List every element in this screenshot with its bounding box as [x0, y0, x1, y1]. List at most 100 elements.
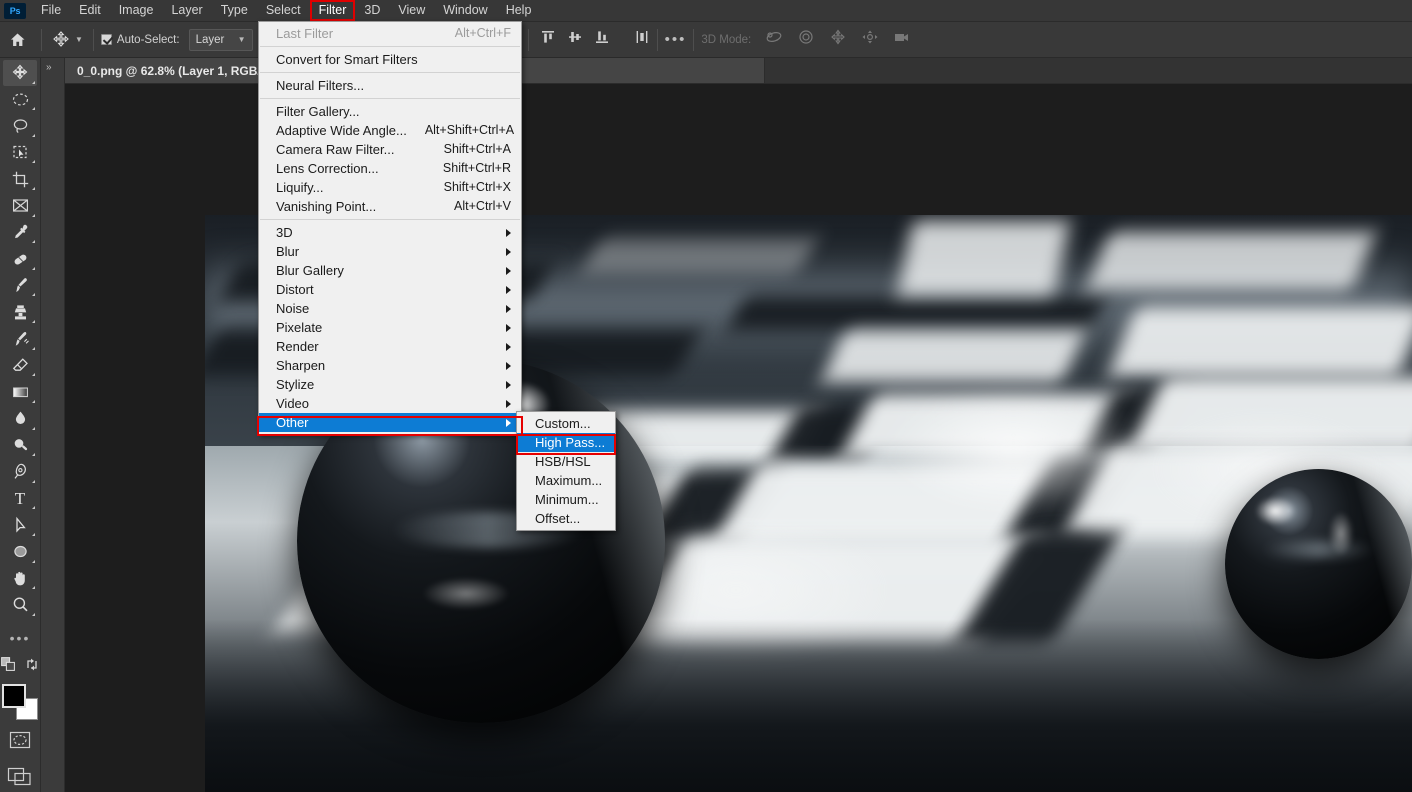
lasso-tool-icon: [13, 118, 27, 133]
color-swatch-group[interactable]: [2, 684, 38, 721]
menu-item-render[interactable]: Render: [259, 337, 521, 356]
sidebar-item-zoom-tool[interactable]: [3, 592, 37, 618]
auto-select-group[interactable]: Auto-Select:: [100, 34, 180, 46]
sidebar-item-clone-stamp-tool[interactable]: [3, 299, 37, 325]
roll-3d-icon[interactable]: [797, 29, 815, 50]
sidebar-item-blur-tool[interactable]: [3, 406, 37, 432]
sidebar-item-history-brush-tool[interactable]: [3, 326, 37, 352]
home-icon[interactable]: [0, 23, 34, 57]
more-options-button[interactable]: •••: [665, 32, 687, 47]
menubar-item-help[interactable]: Help: [497, 0, 541, 21]
divider: [92, 28, 94, 51]
sidebar-item-lasso-tool[interactable]: [3, 113, 37, 139]
tools-panel: T •••: [0, 58, 41, 792]
menu-item-vanishing-point[interactable]: Vanishing Point... Alt+Ctrl+V: [259, 197, 521, 216]
menubar-item-edit[interactable]: Edit: [70, 0, 110, 21]
submenu-arrow-icon: [506, 380, 511, 389]
menu-item-pixelate[interactable]: Pixelate: [259, 318, 521, 337]
menu-item-distort[interactable]: Distort: [259, 280, 521, 299]
layer-scope-value: Layer: [195, 33, 225, 46]
filter-menu-dropdown[interactable]: Last Filter Alt+Ctrl+F Convert for Smart F…: [258, 21, 522, 435]
submenu-item-custom[interactable]: Custom...: [517, 414, 615, 433]
sidebar-item-object-selection-tool[interactable]: [3, 140, 37, 166]
menubar-item-select[interactable]: Select: [257, 0, 310, 21]
menu-item-stylize[interactable]: Stylize: [259, 375, 521, 394]
sidebar-item-shape-tool[interactable]: [3, 539, 37, 565]
align-bottom-icon[interactable]: [594, 29, 610, 50]
menu-item-label: Blur Gallery: [276, 263, 344, 278]
swap-colors-icon[interactable]: [25, 657, 40, 677]
default-colors-icon[interactable]: [0, 657, 16, 677]
menu-item-3d[interactable]: 3D: [259, 223, 521, 242]
align-top-icon[interactable]: [540, 29, 556, 50]
submenu-item-offset[interactable]: Offset...: [517, 509, 615, 528]
menu-item-neural-filters[interactable]: Neural Filters...: [259, 76, 521, 95]
sidebar-item-eyedropper-tool[interactable]: [3, 220, 37, 246]
menu-item-noise[interactable]: Noise: [259, 299, 521, 318]
slide-3d-icon[interactable]: [861, 29, 879, 50]
menubar-item-file[interactable]: File: [32, 0, 70, 21]
menu-item-video[interactable]: Video: [259, 394, 521, 413]
camera-3d-icon[interactable]: [893, 29, 913, 50]
orbit-3d-icon[interactable]: [765, 29, 783, 50]
menubar-item-filter[interactable]: Filter: [309, 0, 356, 21]
sidebar-item-hand-tool[interactable]: [3, 566, 37, 592]
expand-panels-icon[interactable]: »: [41, 58, 64, 73]
move-tool-icon: [12, 64, 28, 80]
menubar-item-3d[interactable]: 3D: [355, 0, 389, 21]
sphere-right: [1224, 468, 1412, 660]
submenu-item-high-pass[interactable]: High Pass...: [517, 433, 615, 452]
submenu-arrow-icon: [506, 228, 511, 237]
sidebar-item-move-tool[interactable]: [3, 60, 37, 86]
menu-item-sharpen[interactable]: Sharpen: [259, 356, 521, 375]
auto-select-checkbox[interactable]: [100, 34, 112, 45]
sidebar-item-path-selection-tool[interactable]: [3, 512, 37, 538]
menubar-item-type[interactable]: Type: [212, 0, 257, 21]
foreground-color-swatch[interactable]: [2, 684, 26, 709]
menu-item-blur[interactable]: Blur: [259, 242, 521, 261]
sidebar-item-eraser-tool[interactable]: [3, 353, 37, 379]
sidebar-item-crop-tool[interactable]: [3, 166, 37, 192]
active-tool-button[interactable]: ▼: [49, 27, 86, 53]
sidebar-item-marquee-tool[interactable]: [3, 87, 37, 113]
menubar-item-view[interactable]: View: [389, 0, 434, 21]
menubar-item-image[interactable]: Image: [110, 0, 163, 21]
menubar-item-window[interactable]: Window: [434, 0, 496, 21]
submenu-item-hsb-hsl[interactable]: HSB/HSL: [517, 452, 615, 471]
menu-item-shortcut: Shift+Ctrl+X: [443, 180, 511, 194]
menu-item-filter-gallery[interactable]: Filter Gallery...: [259, 102, 521, 121]
distribute-icon[interactable]: [634, 29, 650, 50]
menubar-item-layer[interactable]: Layer: [162, 0, 211, 21]
screen-mode-icon[interactable]: [7, 767, 33, 792]
menu-bar: Ps File Edit Image Layer Type Select Filter 3D V…: [0, 0, 1412, 22]
menu-item-last-filter[interactable]: Last Filter Alt+Ctrl+F: [259, 24, 521, 43]
menu-item-convert-for-smart-filters[interactable]: Convert for Smart Filters: [259, 50, 521, 69]
sidebar-item-type-tool[interactable]: T: [3, 486, 37, 512]
pan-3d-icon[interactable]: [829, 29, 847, 50]
chevron-down-icon[interactable]: ▼: [75, 35, 83, 44]
menu-item-adaptive-wide-angle[interactable]: Adaptive Wide Angle... Alt+Shift+Ctrl+A: [259, 121, 521, 140]
quick-mask-icon[interactable]: [8, 730, 32, 755]
menu-item-liquify[interactable]: Liquify... Shift+Ctrl+X: [259, 178, 521, 197]
sidebar-item-brush-tool[interactable]: [3, 273, 37, 299]
divider: [656, 28, 658, 51]
other-submenu-dropdown[interactable]: Custom... High Pass... HSB/HSL Maximum... Mi…: [516, 411, 616, 531]
clone-stamp-tool-icon: [14, 305, 26, 320]
submenu-item-maximum[interactable]: Maximum...: [517, 471, 615, 490]
submenu-item-minimum[interactable]: Minimum...: [517, 490, 615, 509]
sidebar-item-healing-brush-tool[interactable]: [3, 246, 37, 272]
sidebar-item-pen-tool[interactable]: [3, 459, 37, 485]
menu-item-lens-correction[interactable]: Lens Correction... Shift+Ctrl+R: [259, 159, 521, 178]
sidebar-item-dodge-tool[interactable]: [3, 433, 37, 459]
menu-item-other[interactable]: Other: [259, 413, 521, 432]
more-tools-icon: •••: [9, 629, 31, 646]
sidebar-item-edit-toolbar[interactable]: •••: [3, 625, 37, 651]
align-vertical-center-icon[interactable]: [567, 29, 583, 50]
sidebar-item-frame-tool[interactable]: [3, 193, 37, 219]
layer-scope-dropdown[interactable]: Layer ▼: [188, 28, 253, 51]
menu-item-blur-gallery[interactable]: Blur Gallery: [259, 261, 521, 280]
sidebar-item-gradient-tool[interactable]: [3, 379, 37, 405]
blur-tool-icon: [15, 411, 25, 425]
menu-item-label: Adaptive Wide Angle...: [276, 123, 407, 138]
menu-item-camera-raw-filter[interactable]: Camera Raw Filter... Shift+Ctrl+A: [259, 140, 521, 159]
